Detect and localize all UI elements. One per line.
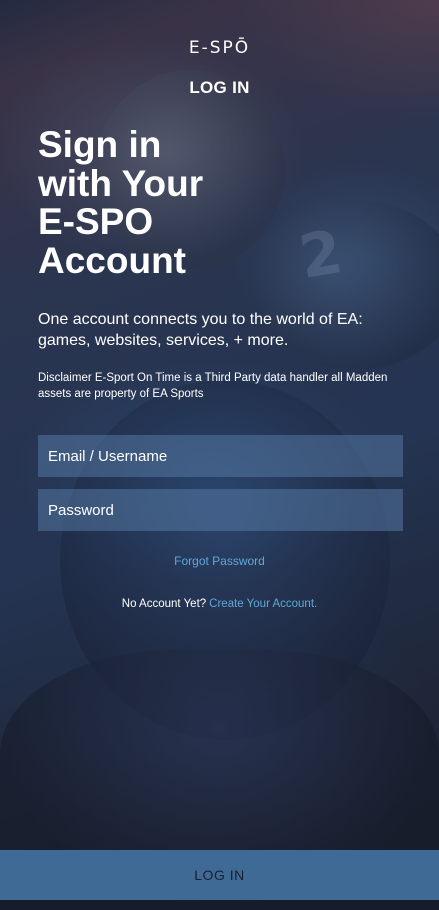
background-tint [239, 0, 439, 120]
create-account-link[interactable]: Create Your Account. [209, 598, 317, 610]
headline-line: Sign in [38, 124, 162, 165]
headline-line: E-SPO [38, 201, 154, 242]
signup-row: No Account Yet? Create Your Account. [0, 598, 439, 610]
headline-line: with Your [38, 162, 204, 204]
password-field[interactable] [38, 489, 403, 531]
email-username-field[interactable] [38, 435, 403, 477]
forgot-password-link[interactable]: Forgot Password [0, 554, 439, 568]
disclaimer-text: Disclaimer E-Sport On Time is a Third Pa… [38, 372, 388, 400]
headline-line: Account [38, 239, 186, 281]
no-account-prompt: No Account Yet? [121, 598, 207, 610]
page-title: LOG IN [189, 78, 250, 97]
subtitle: One account connects you to the world of… [38, 311, 363, 349]
headline: Sign in with Your E-SPO Account [38, 124, 398, 281]
login-button[interactable]: LOG IN [0, 850, 439, 900]
app-logo: E-SPŌ [188, 38, 251, 58]
